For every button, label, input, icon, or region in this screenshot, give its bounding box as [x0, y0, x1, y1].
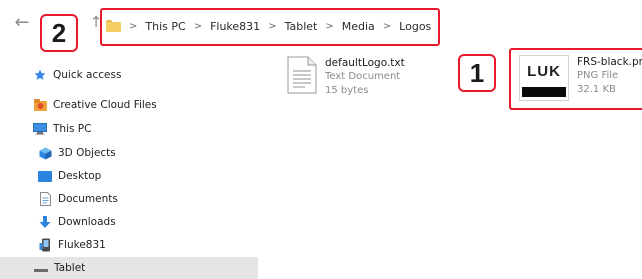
star-icon [33, 68, 47, 82]
device-icon [38, 238, 52, 252]
file-size: 32.1 KB [577, 84, 616, 95]
callout-1: 1 [458, 54, 496, 92]
callout-2: 2 [40, 14, 78, 52]
file-item-defaultlogo[interactable]: defaultLogo.txt Text Document 15 bytes [287, 56, 405, 98]
sidebar-item-desktop[interactable]: Desktop [38, 165, 101, 187]
sidebar-item-label: Tablet [54, 262, 86, 274]
file-type: PNG File [577, 70, 619, 81]
back-button[interactable]: ← [12, 11, 32, 33]
sidebar-item-label: Downloads [58, 216, 116, 228]
callout-number: 1 [469, 57, 485, 88]
sidebar-item-3d-objects[interactable]: 3D Objects [38, 142, 116, 164]
file-type: Text Document [325, 71, 401, 82]
sidebar-item-fluke831[interactable]: Fluke831 [38, 234, 106, 256]
sidebar-item-label: Documents [58, 193, 118, 205]
address-bar-highlight [100, 8, 440, 46]
image-thumbnail-icon: LUK [519, 55, 569, 101]
folder-icon [34, 261, 48, 275]
file-item-frs-black[interactable]: LUK FRS-black.png PNG File 32.1 KB [519, 55, 642, 101]
downloads-icon [38, 215, 52, 229]
sidebar-item-downloads[interactable]: Downloads [38, 211, 116, 233]
navigation-pane: Quick access Creative Cloud Files This P… [0, 60, 258, 279]
sidebar-item-label: This PC [53, 123, 92, 135]
documents-icon [38, 192, 52, 206]
creative-cloud-icon [33, 98, 47, 112]
sidebar-item-documents[interactable]: Documents [38, 188, 118, 210]
sidebar-item-label: Quick access [53, 69, 122, 81]
thumbnail-logo-text: LUK [527, 62, 561, 80]
computer-icon [33, 122, 47, 136]
file-name: FRS-black.png [577, 56, 642, 68]
callout-number: 2 [51, 17, 67, 48]
desktop-icon [38, 169, 52, 183]
sidebar-item-tablet[interactable]: Tablet [0, 257, 258, 279]
file-size: 15 bytes [325, 85, 369, 96]
back-arrow-icon: ← [14, 11, 30, 33]
sidebar-item-label: Creative Cloud Files [53, 99, 157, 111]
sidebar-item-label: Desktop [58, 170, 102, 182]
sidebar-item-creative-cloud-files[interactable]: Creative Cloud Files [33, 94, 157, 116]
sidebar-item-label: Fluke831 [58, 239, 106, 251]
sidebar-item-quick-access[interactable]: Quick access [33, 64, 121, 86]
text-file-icon [287, 56, 317, 94]
sidebar-item-label: 3D Objects [58, 147, 116, 159]
sidebar-item-this-pc[interactable]: This PC [33, 118, 91, 140]
file-name: defaultLogo.txt [325, 57, 405, 69]
3d-objects-icon [38, 146, 52, 160]
